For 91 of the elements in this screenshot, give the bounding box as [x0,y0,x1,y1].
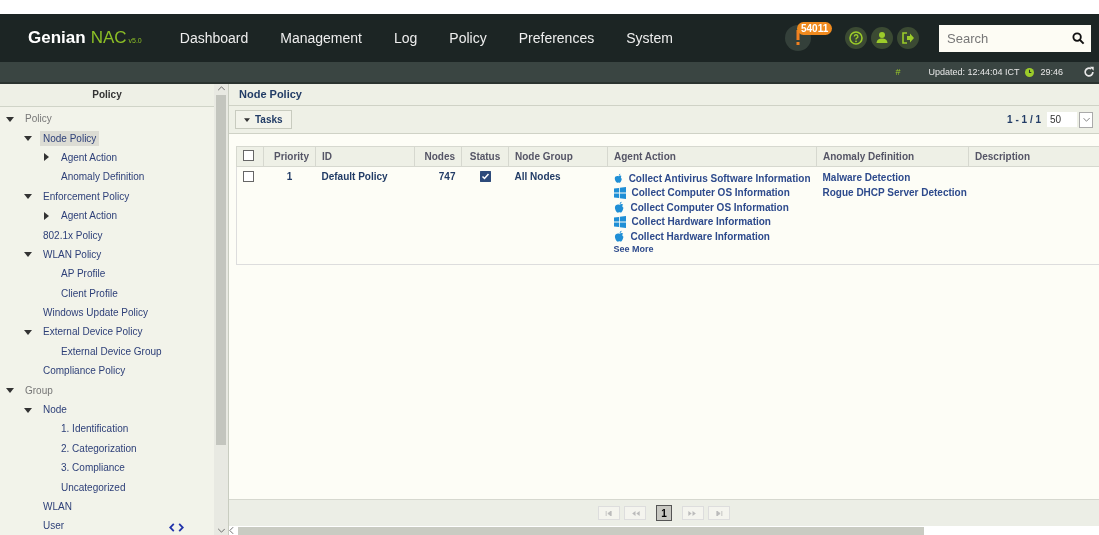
tree-item[interactable]: Policy [22,111,55,127]
tree-item[interactable]: AP Profile [58,266,109,282]
search-field[interactable]: Search [939,24,1091,52]
updated-time: Updated: 12:44:04 ICT [928,67,1020,77]
first-page-icon [604,510,614,516]
tree-item[interactable]: Uncategorized [58,479,129,495]
caret-down-icon[interactable] [24,134,32,143]
exclamation-icon [795,30,801,46]
tree-item[interactable]: 1. Identification [58,421,132,437]
page-button[interactable]: 1 [656,505,672,521]
tasks-button[interactable]: Tasks [235,110,292,129]
column-header[interactable]: Status [461,146,509,167]
caret-down-icon[interactable] [24,328,32,336]
tree-item[interactable]: Agent Action [58,208,121,224]
collapse-toggle-icon[interactable] [169,522,184,532]
search-icon[interactable] [1072,31,1085,45]
table-cell: 1 [263,166,316,264]
chevron-down-icon [1082,117,1090,122]
column-header[interactable]: Agent Action [607,146,817,167]
nav-tab[interactable]: Preferences [502,30,611,46]
previous-page-icon [630,510,640,516]
column-header[interactable]: Nodes [414,146,462,167]
tree-item[interactable]: WLAN [40,499,75,514]
column-header[interactable]: ID [315,146,415,167]
tree-item[interactable]: WLAN Policy [40,246,105,262]
scroll-left-icon[interactable] [229,527,234,534]
caret-down-icon [244,117,250,122]
tree-item[interactable]: Enforcement Policy [40,188,133,204]
table-cell: All Nodes [508,166,608,264]
tree-item[interactable]: External Device Policy [40,324,146,340]
agent-action-link[interactable]: Collect Hardware Information [631,216,771,228]
apple-icon [613,171,623,185]
tree-item[interactable]: Group [22,382,56,398]
caret-down-icon[interactable] [24,405,32,414]
tree-item[interactable]: Compliance Policy [40,363,129,379]
last-page-icon [714,510,724,516]
table-cell: 747 [414,166,462,264]
tree-item[interactable]: 802.1x Policy [40,227,106,243]
page-title: Node Policy [229,84,1099,106]
nav-tab[interactable]: Dashboard [163,30,265,46]
tree-item[interactable]: Node Policy [40,130,100,146]
result-range: 1 - 1 / 1 [1007,114,1041,125]
select-all-checkbox[interactable] [243,150,254,161]
column-header[interactable]: Node Group [508,146,608,167]
windows-icon [613,186,626,199]
nav-tab[interactable]: System [610,30,689,46]
sidebar-title: Policy [0,84,214,107]
column-header[interactable]: Priority [263,146,316,167]
tree-item[interactable]: Anomaly Definition [58,169,148,185]
page-size-field[interactable]: 50 [1047,112,1077,127]
tree-item[interactable]: Client Profile [58,285,121,301]
policy-link[interactable]: Default Policy [315,166,415,264]
apple-icon [613,229,625,243]
apple-icon [613,200,625,214]
tree-item[interactable]: Node [40,402,70,418]
next-page-icon [688,510,698,516]
caret-down-icon[interactable] [6,114,14,123]
refresh-icon[interactable] [1083,66,1095,78]
tree-item[interactable]: Windows Update Policy [40,305,152,321]
row-checkbox[interactable] [243,171,254,182]
anomaly-link[interactable]: Malware Detection [822,171,963,186]
agent-action-link[interactable]: Collect Computer OS Information [630,201,789,213]
agent-action-link[interactable]: Collect Computer OS Information [631,187,790,199]
tree-item[interactable]: User [40,518,68,534]
tree-item[interactable]: 2. Categorization [58,440,140,456]
horizontal-scrollbar-thumb[interactable] [238,526,924,535]
nav-tab[interactable]: Policy [433,30,503,46]
help-icon[interactable] [845,27,867,49]
agent-action-link[interactable]: Collect Hardware Information [630,230,770,242]
caret-down-icon[interactable] [24,192,32,201]
column-header[interactable]: Description [968,146,1099,167]
user-icon[interactable] [871,27,893,49]
logout-icon[interactable] [897,27,919,49]
session-timer: 29:46 [1040,67,1063,77]
tree-item[interactable]: Agent Action [58,149,121,165]
alert-count-badge: 54011 [797,22,833,35]
windows-icon [613,215,626,228]
nav-tab[interactable]: Management [264,30,378,46]
status-checked-icon[interactable] [479,171,491,182]
nav-tab[interactable]: Log [378,30,434,46]
hash-marker: # [895,67,901,77]
caret-right-icon[interactable] [42,211,50,220]
caret-right-icon[interactable] [42,153,50,162]
tree-item[interactable]: External Device Group [58,343,165,359]
tree-item[interactable]: 3. Compliance [58,460,128,476]
see-more-link[interactable]: See More [613,243,811,254]
clock-icon [1025,67,1035,77]
caret-down-icon[interactable] [24,250,32,259]
column-header[interactable]: Anomaly Definition [816,146,969,167]
caret-down-icon[interactable] [6,386,14,395]
agent-action-link[interactable]: Collect Antivirus Software Information [628,172,811,184]
